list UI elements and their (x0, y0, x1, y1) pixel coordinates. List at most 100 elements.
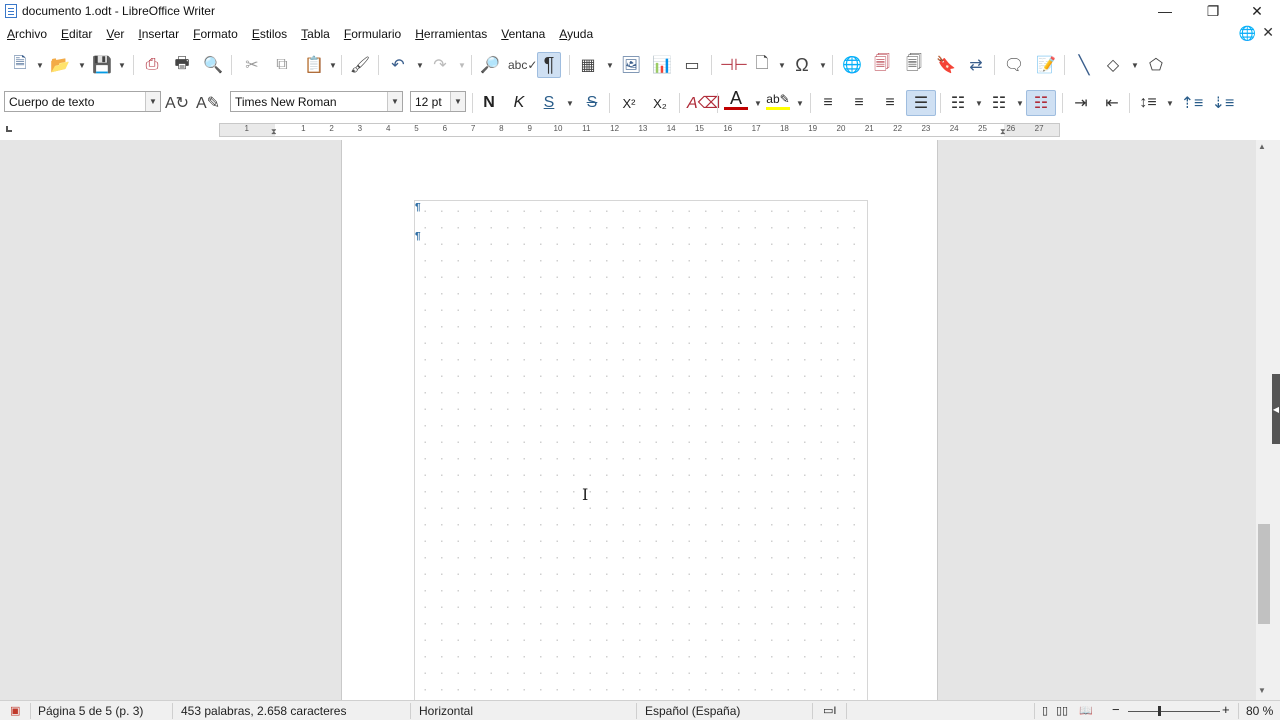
sidebar-toggle-icon[interactable]: ◀ (1272, 374, 1280, 444)
zoom-level[interactable]: 80 % (1246, 704, 1273, 718)
no-list-icon[interactable]: ☷ (1026, 90, 1056, 116)
globe-icon[interactable]: 🌐 (1239, 25, 1256, 42)
chevron-down-icon[interactable]: ▼ (145, 92, 160, 111)
font-name-combo[interactable]: Times New Roman ▼ (230, 91, 403, 112)
update-style-icon[interactable]: A↻ (165, 90, 189, 116)
bookmark-icon[interactable]: 🔖 (934, 52, 958, 78)
decrease-indent-icon[interactable]: ⇤ (1100, 90, 1124, 116)
new-document-icon[interactable]: 🗎 (8, 52, 32, 78)
clone-formatting-icon[interactable]: 🖌 (348, 52, 372, 78)
comment-icon[interactable]: 🗨 (1002, 52, 1026, 78)
menu-ayuda[interactable]: Ayuda (552, 27, 600, 41)
page-number-status[interactable]: Página 5 de 5 (p. 3) (38, 704, 143, 718)
track-changes-icon[interactable]: 📝 (1034, 52, 1058, 78)
redo-dropdown-arrow[interactable]: ▼ (458, 61, 466, 70)
restore-button[interactable]: ❐ (1190, 0, 1236, 22)
underline-dropdown-arrow[interactable]: ▼ (566, 99, 574, 108)
print-preview-icon[interactable]: 🔍 (201, 52, 225, 78)
menu-estilos[interactable]: Estilos (245, 27, 294, 41)
line-icon[interactable]: ╲ (1072, 52, 1096, 78)
insert-table-icon[interactable]: ▦ (576, 52, 600, 78)
align-left-icon[interactable]: ≡ (816, 90, 840, 116)
book-view-icon[interactable]: 📖 (1079, 704, 1093, 717)
bullet-dropdown-arrow[interactable]: ▼ (975, 99, 983, 108)
highlight-color-icon[interactable]: ab✎ (766, 90, 790, 110)
spellcheck-icon[interactable]: abc✓ (508, 52, 537, 78)
formatting-marks-icon[interactable]: ¶ (537, 52, 561, 78)
shapes-dropdown-arrow[interactable]: ▼ (1131, 61, 1139, 70)
menu-formulario[interactable]: Formulario (337, 27, 408, 41)
font-color-dropdown-arrow[interactable]: ▼ (754, 99, 762, 108)
decrease-paragraph-spacing-icon[interactable]: ⇣≡ (1211, 90, 1235, 116)
document-page[interactable]: ¶ ¶ (341, 140, 938, 700)
numbered-list-icon[interactable]: ☷ (987, 90, 1011, 116)
bullet-list-icon[interactable]: ☷ (946, 90, 970, 116)
line-spacing-icon[interactable]: ↕≡ (1136, 90, 1160, 116)
insert-textbox-icon[interactable]: ▭ (680, 52, 704, 78)
multi-page-view-icon[interactable]: ▯▯ (1056, 704, 1068, 717)
close-document-icon[interactable]: ✕ (1262, 24, 1274, 41)
subscript-button[interactable]: X₂ (648, 90, 672, 116)
zoom-slider-knob[interactable] (1158, 706, 1161, 716)
scroll-up-icon[interactable]: ▲ (1258, 142, 1266, 151)
scroll-down-icon[interactable]: ▼ (1258, 686, 1266, 695)
undo-dropdown-arrow[interactable]: ▼ (416, 61, 424, 70)
menu-editar[interactable]: Editar (54, 27, 99, 41)
undo-icon[interactable]: ↶ (386, 52, 410, 78)
save-dropdown-arrow[interactable]: ▼ (118, 61, 126, 70)
open-dropdown-arrow[interactable]: ▼ (78, 61, 86, 70)
document-workspace[interactable]: ¶ ¶ I (0, 140, 1256, 700)
cut-icon[interactable]: ✂ (240, 52, 264, 78)
increase-paragraph-spacing-icon[interactable]: ⇡≡ (1180, 90, 1204, 116)
zoom-out-icon[interactable]: − (1112, 702, 1120, 717)
insert-mode-icon[interactable]: ▭I (823, 704, 836, 717)
hyperlink-icon[interactable]: 🌐 (840, 52, 864, 78)
underline-button[interactable]: S (537, 90, 561, 116)
line-spacing-dropdown-arrow[interactable]: ▼ (1166, 99, 1174, 108)
insert-field-icon[interactable]: 🗋 (750, 52, 774, 78)
close-button[interactable]: ✕ (1234, 0, 1280, 22)
zoom-slider[interactable] (1128, 711, 1220, 712)
font-color-icon[interactable]: A (724, 88, 748, 110)
new-style-icon[interactable]: A✎ (196, 90, 220, 116)
new-dropdown-arrow[interactable]: ▼ (36, 61, 44, 70)
redo-icon[interactable]: ↷ (428, 52, 452, 78)
menu-formato[interactable]: Formato (186, 27, 245, 41)
copy-icon[interactable]: ⧉ (270, 52, 294, 78)
footnote-icon[interactable]: 🗐 (870, 52, 894, 78)
scrollbar-thumb[interactable] (1258, 524, 1270, 624)
minimize-button[interactable]: — (1142, 0, 1188, 22)
increase-indent-icon[interactable]: ⇥ (1069, 90, 1093, 116)
single-page-view-icon[interactable]: ▯ (1042, 704, 1048, 717)
chevron-down-icon[interactable]: ▼ (450, 92, 465, 111)
page-break-icon[interactable]: ⊣⊢ (720, 52, 748, 78)
menu-ventana[interactable]: Ventana (494, 27, 552, 41)
menu-herramientas[interactable]: Herramientas (408, 27, 494, 41)
right-indent-marker[interactable]: ⧗ (1000, 127, 1006, 137)
font-size-combo[interactable]: 12 pt ▼ (410, 91, 466, 112)
align-center-icon[interactable]: ≡ (847, 90, 871, 116)
italic-button[interactable]: K (507, 90, 531, 116)
strikethrough-button[interactable]: S (580, 90, 604, 116)
special-char-dropdown-arrow[interactable]: ▼ (819, 61, 827, 70)
chevron-down-icon[interactable]: ▼ (387, 92, 402, 111)
table-dropdown-arrow[interactable]: ▼ (606, 61, 614, 70)
justify-icon[interactable]: ☰ (906, 90, 936, 116)
menu-tabla[interactable]: Tabla (294, 27, 337, 41)
export-pdf-icon[interactable]: ⎙ (140, 52, 164, 78)
word-count-status[interactable]: 453 palabras, 2.658 caracteres (181, 704, 346, 718)
paragraph-style-combo[interactable]: Cuerpo de texto ▼ (4, 91, 161, 112)
save-icon[interactable]: 💾 (90, 52, 114, 78)
insert-image-icon[interactable]: 🖼 (619, 52, 643, 78)
highlight-dropdown-arrow[interactable]: ▼ (796, 99, 804, 108)
align-right-icon[interactable]: ≡ (878, 90, 902, 116)
left-indent-marker[interactable]: ⧗ (271, 127, 277, 137)
menu-ver[interactable]: Ver (99, 27, 131, 41)
orientation-status[interactable]: Horizontal (419, 704, 473, 718)
superscript-button[interactable]: X² (617, 90, 641, 116)
open-folder-icon[interactable]: 📂 (48, 52, 72, 78)
paste-icon[interactable]: 📋 (302, 52, 326, 78)
zoom-in-icon[interactable]: + (1222, 702, 1230, 717)
numbering-dropdown-arrow[interactable]: ▼ (1016, 99, 1024, 108)
language-status[interactable]: Español (España) (645, 704, 740, 718)
